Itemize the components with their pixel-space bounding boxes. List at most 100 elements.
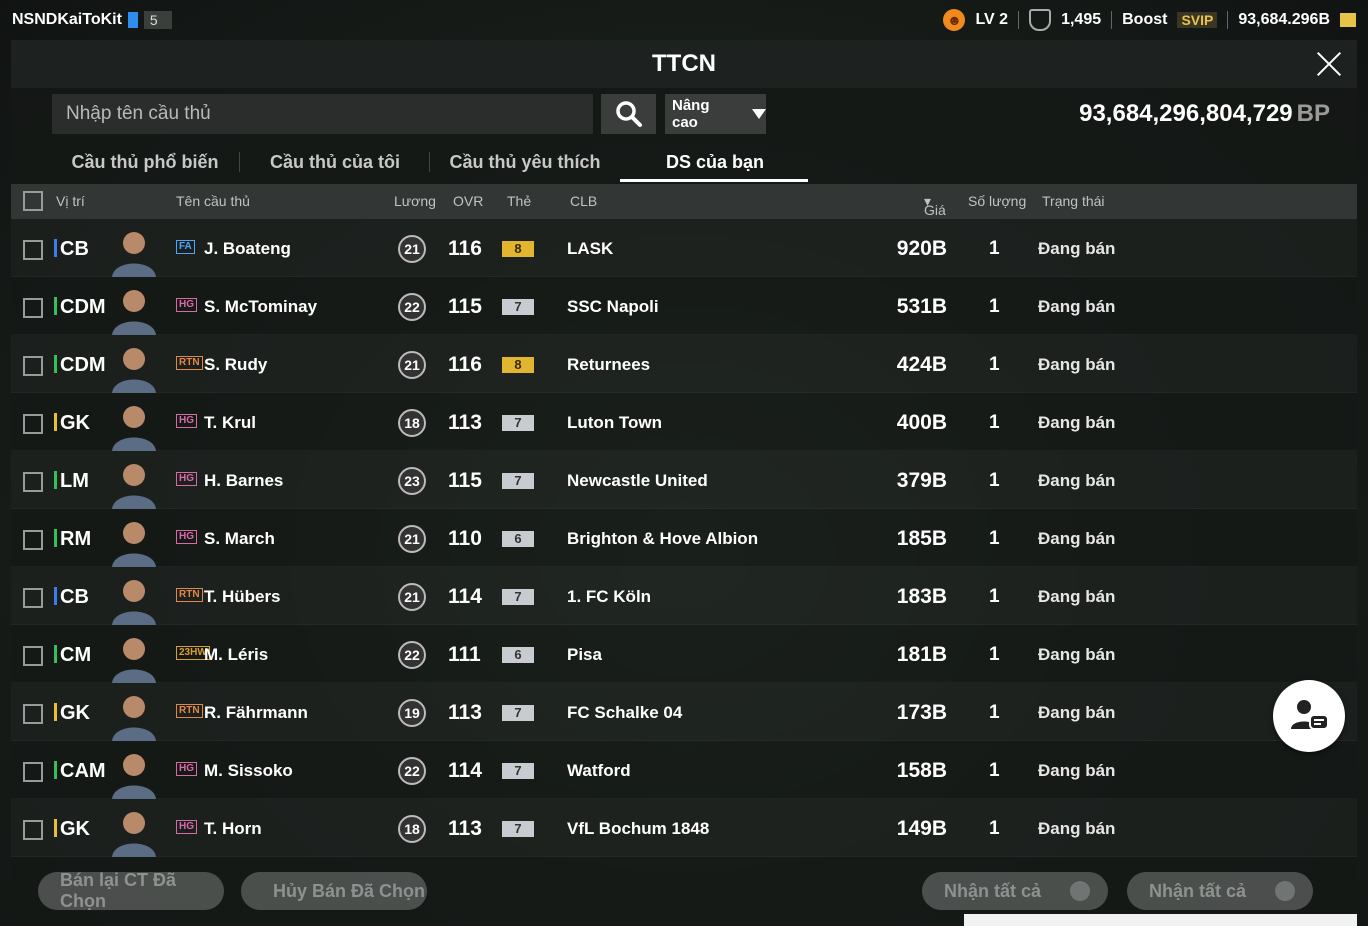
- advanced-filter-dropdown[interactable]: Nâng cao: [665, 94, 766, 134]
- tab-my-players[interactable]: Cầu thủ của tôi: [240, 142, 430, 182]
- player-name[interactable]: M. Léris: [204, 645, 268, 665]
- divider: [1111, 11, 1113, 29]
- listing-status: Đang bán: [1038, 529, 1116, 548]
- level-face-icon: ☻: [943, 9, 966, 31]
- row-checkbox[interactable]: [23, 414, 43, 434]
- collect-all-label: Nhận tất cả: [1149, 880, 1247, 901]
- listing-price: 400B: [896, 411, 947, 434]
- header-salary[interactable]: Lương: [394, 193, 436, 209]
- position-color-bar: [54, 819, 57, 837]
- listing-status: Đang bán: [1038, 355, 1116, 374]
- listing-status: Đang bán: [1038, 587, 1116, 606]
- row-checkbox[interactable]: [23, 820, 43, 840]
- panel-title: TTCN: [652, 50, 716, 77]
- row-checkbox[interactable]: [23, 298, 43, 318]
- close-button[interactable]: [1311, 46, 1347, 82]
- player-ovr: 113: [448, 701, 482, 724]
- trophy-count[interactable]: 1,495: [1061, 11, 1101, 29]
- table-row[interactable]: CB RTN T. Hübers 21 114 7 1. FC Köln 183…: [11, 567, 1357, 625]
- row-checkbox[interactable]: [23, 588, 43, 608]
- tab-my-listings[interactable]: DS của bạn: [620, 142, 810, 182]
- player-ovr: 116: [448, 353, 482, 376]
- svip-badge[interactable]: SVIP: [1177, 12, 1218, 28]
- player-ovr: 115: [448, 469, 482, 492]
- player-name[interactable]: T. Horn: [204, 819, 262, 839]
- collect-all-players-button[interactable]: Nhận tất cả: [922, 872, 1108, 910]
- player-name[interactable]: S. McTominay: [204, 297, 317, 317]
- card-level-badge: 7: [502, 473, 534, 489]
- boost-label[interactable]: Boost: [1122, 11, 1167, 29]
- table-row[interactable]: RM HG S. March 21 110 6 Brighton & Hove …: [11, 509, 1357, 567]
- search-button[interactable]: [601, 94, 656, 134]
- player-search-input[interactable]: [52, 94, 593, 134]
- header-price[interactable]: Giá ▾: [924, 193, 946, 218]
- player-avatar: [112, 696, 156, 741]
- bp-value: 93,684,296,804,729: [1079, 100, 1293, 127]
- row-checkbox[interactable]: [23, 762, 43, 782]
- row-checkbox[interactable]: [23, 530, 43, 550]
- listing-price: 181B: [896, 643, 947, 666]
- username[interactable]: NSNDKaiToKit: [12, 11, 122, 29]
- resell-selected-button[interactable]: Bán lại CT Đã Chọn: [38, 870, 224, 911]
- listing-rows: CB FA J. Boateng 21 116 8 LASK 920B 1 Đa…: [11, 219, 1357, 857]
- header-card[interactable]: Thẻ: [507, 193, 531, 209]
- row-checkbox[interactable]: [23, 240, 43, 260]
- position-color-bar: [54, 471, 57, 489]
- player-avatar: [112, 580, 156, 625]
- table-row[interactable]: GK HG T. Krul 18 113 7 Luton Town 400B 1…: [11, 393, 1357, 451]
- player-name[interactable]: J. Boateng: [204, 239, 291, 259]
- table-row[interactable]: CM 23HW M. Léris 22 111 6 Pisa 181B 1 Đa…: [11, 625, 1357, 683]
- player-avatar: [112, 290, 156, 335]
- collect-all-bp-button[interactable]: Nhận tất cả: [1127, 872, 1313, 910]
- card-level-badge: 6: [502, 531, 534, 547]
- season-badge: RTN: [176, 588, 203, 602]
- table-row[interactable]: LM HG H. Barnes 23 115 7 Newcastle Unite…: [11, 451, 1357, 509]
- player-name[interactable]: T. Hübers: [204, 587, 281, 607]
- table-row[interactable]: CDM RTN S. Rudy 21 116 8 Returnees 424B …: [11, 335, 1357, 393]
- salary-badge: 22: [398, 293, 426, 321]
- select-all-checkbox[interactable]: [23, 191, 43, 211]
- header-ovr[interactable]: OVR: [453, 193, 483, 209]
- salary-badge: 21: [398, 583, 426, 611]
- card-level-badge: 8: [502, 357, 534, 373]
- table-row[interactable]: CB FA J. Boateng 21 116 8 LASK 920B 1 Đa…: [11, 219, 1357, 277]
- player-name[interactable]: M. Sissoko: [204, 761, 293, 781]
- cancel-selected-button[interactable]: Hủy Bán Đã Chọn: [241, 872, 427, 910]
- row-checkbox[interactable]: [23, 356, 43, 376]
- row-checkbox[interactable]: [23, 704, 43, 724]
- header-position[interactable]: Vị trí: [56, 193, 85, 209]
- player-name[interactable]: S. Rudy: [204, 355, 267, 375]
- player-name[interactable]: H. Barnes: [204, 471, 283, 491]
- table-header: Vị trí Tên cầu thủ Lương OVR Thẻ CLB Giá…: [11, 184, 1357, 219]
- row-checkbox[interactable]: [23, 472, 43, 492]
- listing-quantity: 1: [989, 528, 1000, 549]
- player-ovr: 113: [448, 817, 482, 840]
- table-row[interactable]: GK RTN R. Fährmann 19 113 7 FC Schalke 0…: [11, 683, 1357, 741]
- level-text[interactable]: LV 2: [975, 11, 1008, 29]
- tab-favorite-players[interactable]: Cầu thủ yêu thích: [430, 142, 620, 182]
- player-name[interactable]: T. Krul: [204, 413, 256, 433]
- flag-number: 5: [143, 11, 172, 29]
- bottom-overlay-strip: [964, 914, 1357, 926]
- chat-support-button[interactable]: [1273, 680, 1345, 752]
- listing-quantity: 1: [989, 760, 1000, 781]
- card-level-badge: 7: [502, 415, 534, 431]
- table-row[interactable]: CAM HG M. Sissoko 22 114 7 Watford 158B …: [11, 741, 1357, 799]
- card-level-badge: 7: [502, 763, 534, 779]
- salary-badge: 23: [398, 467, 426, 495]
- season-badge: RTN: [176, 356, 203, 370]
- row-checkbox[interactable]: [23, 646, 43, 666]
- table-row[interactable]: CDM HG S. McTominay 22 115 7 SSC Napoli …: [11, 277, 1357, 335]
- header-name[interactable]: Tên cầu thủ: [176, 193, 250, 209]
- listing-status: Đang bán: [1038, 819, 1116, 838]
- player-name[interactable]: S. March: [204, 529, 275, 549]
- table-row[interactable]: GK HG T. Horn 18 113 7 VfL Bochum 1848 1…: [11, 799, 1357, 857]
- player-name[interactable]: R. Fährmann: [204, 703, 308, 723]
- divider: [1227, 11, 1229, 29]
- player-position: CM: [60, 644, 92, 666]
- header-quantity[interactable]: Số lượng: [968, 193, 1026, 209]
- balance-text[interactable]: 93,684.296B: [1238, 11, 1330, 29]
- tab-popular-players[interactable]: Cầu thủ phổ biến: [50, 142, 240, 182]
- header-status[interactable]: Trạng thái: [1042, 193, 1105, 209]
- header-club[interactable]: CLB: [570, 193, 597, 209]
